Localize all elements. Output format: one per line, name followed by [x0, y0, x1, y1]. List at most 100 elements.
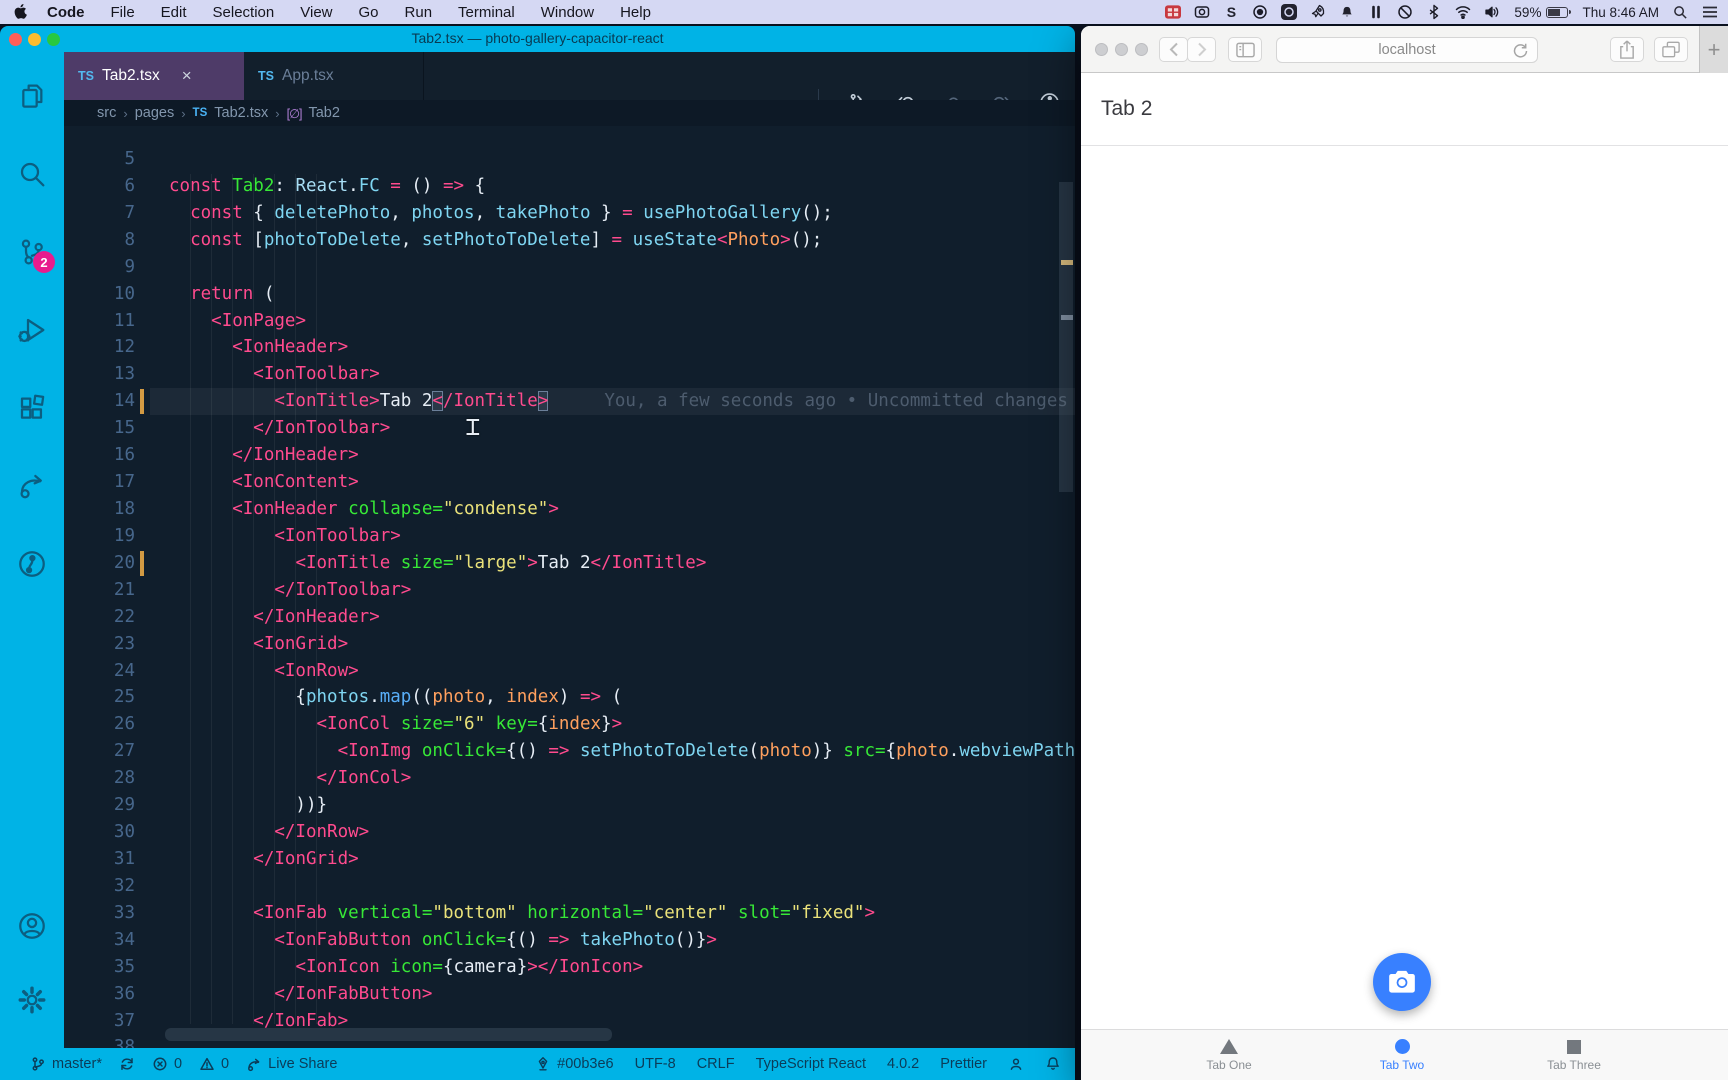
- line-number[interactable]: 15: [64, 415, 135, 442]
- status-item-live-share[interactable]: Live Share: [246, 1056, 337, 1072]
- tab-tab-two[interactable]: Tab Two: [1342, 1030, 1462, 1080]
- sidebar-item-explorer[interactable]: [16, 80, 48, 112]
- line-number[interactable]: 24: [64, 658, 135, 685]
- sidebar-item-extensions[interactable]: [16, 392, 48, 424]
- tab-app-tsx[interactable]: TS App.tsx: [244, 52, 424, 100]
- code-line[interactable]: 28 </IonCol>: [64, 765, 1075, 792]
- apple-logo-icon[interactable]: [14, 3, 29, 21]
- menu-item-view[interactable]: View: [300, 4, 332, 21]
- editor-vertical-scrollbar[interactable]: [1059, 182, 1073, 492]
- code-line[interactable]: 15 </IonToolbar>: [64, 415, 1075, 442]
- sidebar-toggle-icon[interactable]: [1228, 37, 1262, 62]
- line-number[interactable]: 13: [64, 361, 135, 388]
- code-line[interactable]: 29 ))}: [64, 792, 1075, 819]
- line-number[interactable]: 35: [64, 954, 135, 981]
- status-item-prettier[interactable]: Prettier: [940, 1056, 987, 1072]
- line-number[interactable]: 25: [64, 684, 135, 711]
- line-number[interactable]: 21: [64, 577, 135, 604]
- status-item-4-0-2[interactable]: 4.0.2: [887, 1056, 919, 1072]
- pause-icon[interactable]: [1368, 4, 1384, 20]
- status-item--00b3e6[interactable]: #00b3e6: [535, 1056, 614, 1072]
- back-button[interactable]: [1159, 37, 1188, 62]
- film-icon[interactable]: [1165, 4, 1182, 20]
- code-line[interactable]: 14 <IonTitle>Tab 2</IonTitle> You, a few …: [64, 388, 1075, 416]
- line-number[interactable]: 17: [64, 469, 135, 496]
- line-number[interactable]: 26: [64, 711, 135, 738]
- forward-button[interactable]: [1187, 37, 1216, 62]
- line-number[interactable]: 31: [64, 846, 135, 873]
- menu-item-window[interactable]: Window: [541, 4, 594, 21]
- code-line[interactable]: 27 <IonImg onClick={() => setPhotoToDele…: [64, 738, 1075, 765]
- line-number[interactable]: 34: [64, 927, 135, 954]
- line-number[interactable]: 38: [64, 1034, 135, 1048]
- menu-item-run[interactable]: Run: [405, 4, 433, 21]
- code-editor[interactable]: 5 6 const Tab2: React.FC = () => {7 const …: [64, 126, 1075, 1048]
- code-line[interactable]: 23 <IonGrid>: [64, 631, 1075, 658]
- line-number[interactable]: 18: [64, 496, 135, 523]
- camera-fab-button[interactable]: [1373, 953, 1431, 1011]
- code-line[interactable]: 31 </IonGrid>: [64, 846, 1075, 873]
- line-number[interactable]: 7: [64, 200, 135, 227]
- line-number[interactable]: 12: [64, 334, 135, 361]
- share-icon[interactable]: [1610, 37, 1644, 62]
- code-line[interactable]: 18 <IonHeader collapse="condense">: [64, 496, 1075, 523]
- line-number[interactable]: 20: [64, 550, 135, 577]
- tab-tab-three[interactable]: Tab Three: [1514, 1030, 1634, 1080]
- status-item-bell[interactable]: [1045, 1056, 1061, 1072]
- breadcrumb[interactable]: src › pages › TS Tab2.tsx › [∅] Tab2: [64, 100, 1075, 126]
- line-number[interactable]: 14: [64, 388, 135, 415]
- s-logo-icon[interactable]: S: [1223, 4, 1239, 20]
- status-item-sync[interactable]: [119, 1056, 135, 1072]
- line-number[interactable]: 27: [64, 738, 135, 765]
- volume-icon[interactable]: [1484, 4, 1500, 20]
- menu-item-edit[interactable]: Edit: [161, 4, 187, 21]
- status-item-crlf[interactable]: CRLF: [697, 1056, 735, 1072]
- line-number[interactable]: 22: [64, 604, 135, 631]
- code-line[interactable]: 25 {photos.map((photo, index) => (: [64, 684, 1075, 711]
- sidebar-item-account[interactable]: [16, 910, 48, 942]
- code-line[interactable]: 17 <IonContent>: [64, 469, 1075, 496]
- minimize-window-button[interactable]: [1115, 43, 1128, 56]
- vscode-title-bar[interactable]: Tab2.tsx — photo-gallery-capacitor-react: [0, 26, 1075, 52]
- code-line[interactable]: 13 <IonToolbar>: [64, 361, 1075, 388]
- code-line[interactable]: 19 <IonToolbar>: [64, 523, 1075, 550]
- code-line[interactable]: 10 return (: [64, 281, 1075, 308]
- code-line[interactable]: 6 const Tab2: React.FC = () => {: [64, 173, 1075, 200]
- dnd-icon[interactable]: [1397, 4, 1413, 20]
- refresh-icon[interactable]: [1512, 42, 1529, 59]
- breadcrumb-item[interactable]: Tab2.tsx: [214, 105, 268, 121]
- line-number[interactable]: 23: [64, 631, 135, 658]
- menu-item-file[interactable]: File: [111, 4, 135, 21]
- code-line[interactable]: 5: [64, 146, 1075, 173]
- status-item-master-[interactable]: master*: [30, 1056, 102, 1072]
- status-item-0[interactable]: 0: [199, 1056, 229, 1072]
- line-number[interactable]: 36: [64, 981, 135, 1008]
- menu-item-go[interactable]: Go: [359, 4, 379, 21]
- close-window-button[interactable]: [1095, 43, 1108, 56]
- rocket-icon[interactable]: [1310, 4, 1326, 20]
- zoom-window-button[interactable]: [1135, 43, 1148, 56]
- line-number[interactable]: 28: [64, 765, 135, 792]
- spotlight-icon[interactable]: [1673, 5, 1688, 20]
- line-number[interactable]: 5: [64, 146, 135, 173]
- code-line[interactable]: 11 <IonPage>: [64, 308, 1075, 335]
- line-number[interactable]: 11: [64, 308, 135, 335]
- bluetooth-icon[interactable]: [1426, 4, 1442, 20]
- code-line[interactable]: 30 </IonRow>: [64, 819, 1075, 846]
- line-number[interactable]: 10: [64, 281, 135, 308]
- new-tab-button[interactable]: +: [1699, 26, 1728, 73]
- sidebar-item-run-debug[interactable]: [16, 314, 48, 346]
- code-line[interactable]: 12 <IonHeader>: [64, 334, 1075, 361]
- sidebar-item-circled-branch[interactable]: [16, 548, 48, 580]
- sidebar-item-settings-gear[interactable]: [16, 984, 48, 1016]
- battery-indicator[interactable]: 59%: [1514, 5, 1572, 20]
- menu-item-code[interactable]: Code: [47, 4, 85, 21]
- bell-icon[interactable]: [1339, 4, 1355, 20]
- breadcrumb-item[interactable]: src: [97, 105, 116, 121]
- screen-icon[interactable]: [1281, 4, 1298, 20]
- line-number[interactable]: 30: [64, 819, 135, 846]
- editor-horizontal-scrollbar[interactable]: [165, 1028, 612, 1041]
- address-bar[interactable]: localhost: [1276, 37, 1538, 63]
- breadcrumb-item[interactable]: Tab2: [308, 105, 339, 121]
- code-line[interactable]: 22 </IonHeader>: [64, 604, 1075, 631]
